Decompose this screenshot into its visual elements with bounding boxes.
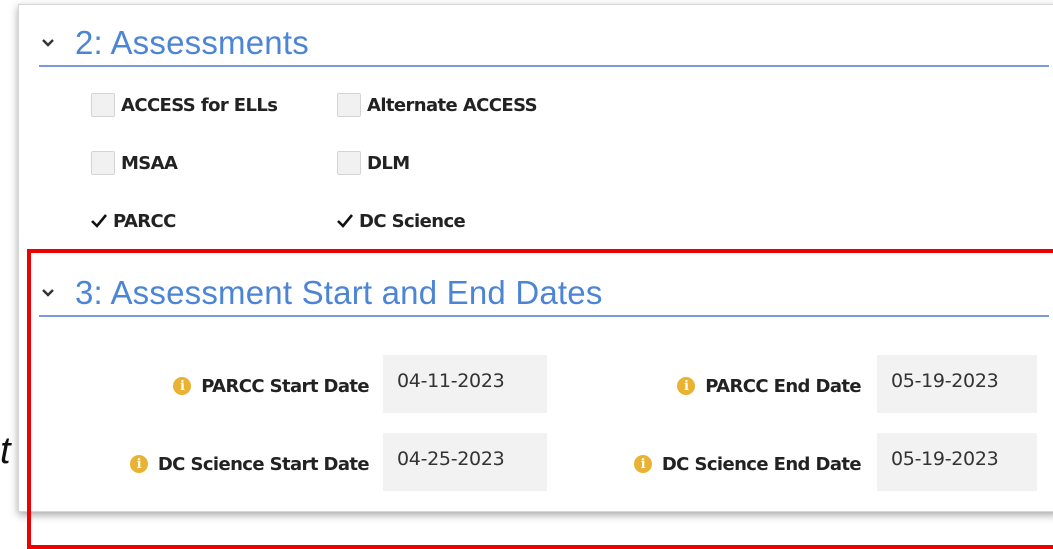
parcc-end-date-label: i PARCC End Date xyxy=(579,371,862,401)
checkbox-label: DC Science xyxy=(359,210,466,232)
parcc-start-date-field[interactable]: 04-11-2023 xyxy=(383,355,547,413)
background-text-fragment: t xyxy=(0,430,11,472)
checkmark-icon[interactable] xyxy=(89,209,109,233)
checkbox-dc-science[interactable]: DC Science xyxy=(335,209,466,233)
dc-science-end-date-label: i DC Science End Date xyxy=(567,449,862,479)
field-label: DC Science Start Date xyxy=(157,453,370,475)
dc-science-end-date-field[interactable]: 05-19-2023 xyxy=(877,433,1037,491)
checkbox-label: DLM xyxy=(367,152,410,174)
checkbox-access-for-ells[interactable]: ACCESS for ELLs xyxy=(91,93,278,117)
dc-science-start-date-label: i DC Science Start Date xyxy=(59,449,370,479)
parcc-start-date-label: i PARCC Start Date xyxy=(59,371,370,401)
section-title-assessments: 2: Assessments xyxy=(75,24,309,61)
parcc-end-date-field[interactable]: 05-19-2023 xyxy=(877,355,1037,413)
field-label: DC Science End Date xyxy=(661,453,862,475)
chevron-down-icon[interactable] xyxy=(41,36,55,50)
checkbox-label: MSAA xyxy=(121,152,178,174)
checkbox-label: PARCC xyxy=(113,210,176,232)
checkbox-unchecked-box[interactable] xyxy=(337,93,361,117)
checkbox-parcc[interactable]: PARCC xyxy=(89,209,176,233)
checkbox-unchecked-box[interactable] xyxy=(91,93,115,117)
section-header-dates[interactable]: 3: Assessment Start and End Dates xyxy=(39,271,1049,317)
dc-science-start-date-field[interactable]: 04-25-2023 xyxy=(383,433,547,491)
checkbox-label: ACCESS for ELLs xyxy=(121,94,278,116)
info-icon[interactable]: i xyxy=(677,377,696,395)
checkbox-msaa[interactable]: MSAA xyxy=(91,151,178,175)
section-header-assessments[interactable]: 2: Assessments xyxy=(39,21,1049,67)
checkbox-label: Alternate ACCESS xyxy=(367,94,538,116)
field-label: PARCC Start Date xyxy=(201,375,369,397)
checkbox-dlm[interactable]: DLM xyxy=(337,151,410,175)
info-icon[interactable]: i xyxy=(129,455,148,473)
checkbox-unchecked-box[interactable] xyxy=(91,151,115,175)
chevron-down-icon[interactable] xyxy=(41,286,55,300)
info-icon[interactable]: i xyxy=(633,455,652,473)
checkmark-icon[interactable] xyxy=(335,209,355,233)
section-title-dates: 3: Assessment Start and End Dates xyxy=(75,274,603,311)
field-label: PARCC End Date xyxy=(705,375,861,397)
info-icon[interactable]: i xyxy=(173,377,192,395)
checkbox-unchecked-box[interactable] xyxy=(337,151,361,175)
assessment-settings-panel: 2: Assessments ACCESS for ELLs Alternate… xyxy=(18,4,1053,512)
checkbox-alternate-access[interactable]: Alternate ACCESS xyxy=(337,93,538,117)
